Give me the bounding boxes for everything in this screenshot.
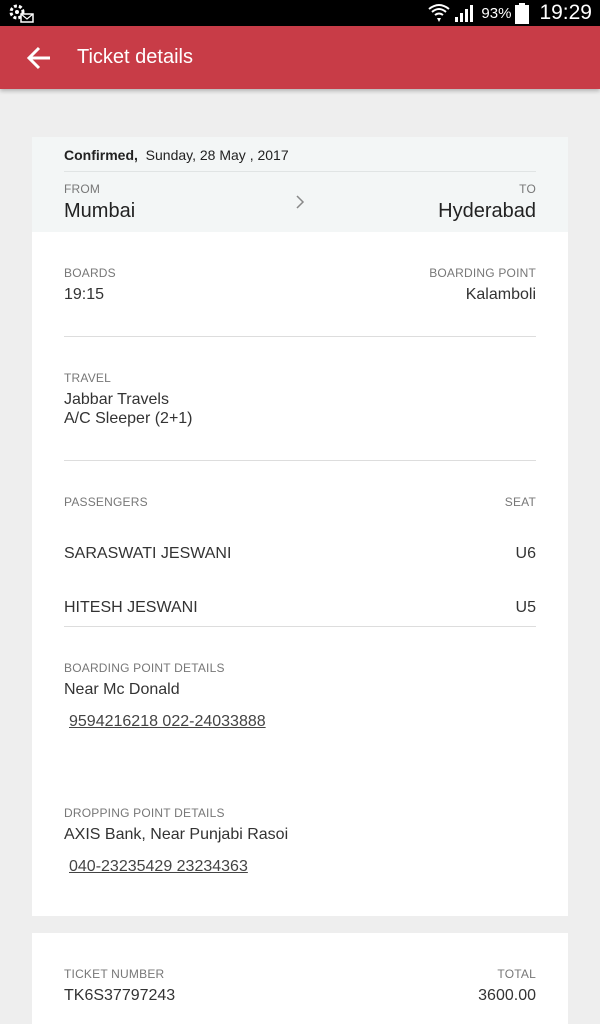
dropping-point-details-label: DROPPING POINT DETAILS [64, 806, 225, 820]
passengers-label: PASSENGERS [64, 495, 148, 509]
ticket-details-card: Confirmed, Sunday, 28 May , 2017 FROM Mu… [32, 137, 568, 916]
signal-icon [455, 5, 474, 22]
battery-percent: 93% [481, 4, 512, 22]
passenger-name: HITESH JESWANI [64, 599, 198, 616]
from-label: FROM [64, 182, 101, 196]
divider [64, 460, 536, 461]
bus-type: A/C Sleeper (2+1) [64, 410, 193, 427]
journey-date: Sunday, 28 May , 2017 [145, 147, 289, 163]
back-arrow-icon [26, 46, 50, 70]
booking-status: Confirmed, [64, 147, 138, 163]
to-label: TO [519, 182, 536, 196]
ticket-number: TK6S37797243 [64, 987, 176, 1004]
seat-label: SEAT [504, 495, 536, 509]
travel-label: TRAVEL [64, 371, 111, 385]
page-title: Ticket details [77, 46, 193, 68]
dropping-point-address: AXIS Bank, Near Punjabi Rasoi [64, 826, 289, 843]
total-amount: 3600.00 [478, 987, 536, 1004]
total-label: TOTAL [497, 967, 536, 981]
boarding-point-phone-link[interactable]: 9594216218 022-24033888 [69, 713, 266, 731]
divider [64, 171, 536, 172]
route-header: Confirmed, Sunday, 28 May , 2017 FROM Mu… [32, 137, 568, 232]
clock: 19:29 [539, 1, 592, 24]
divider [64, 626, 536, 627]
wifi-icon [428, 4, 451, 22]
ticket-summary-card: TICKET NUMBER TK6S37797243 TOTAL 3600.00 [32, 933, 568, 1024]
boarding-point-address: Near Mc Donald [64, 681, 180, 698]
passenger-seat: U6 [515, 545, 536, 562]
travel-operator: Jabbar Travels [64, 391, 169, 408]
passenger-seat: U5 [515, 599, 536, 616]
back-button[interactable] [22, 41, 56, 75]
boarding-point-details-label: BOARDING POINT DETAILS [64, 661, 225, 675]
dropping-point-phone-link[interactable]: 040-23235429 23234363 [69, 858, 248, 876]
to-city: Hyderabad [438, 200, 536, 222]
boarding-point-label: BOARDING POINT [429, 266, 536, 280]
battery-icon [515, 2, 530, 24]
boards-label: BOARDS [64, 266, 116, 280]
from-city: Mumbai [64, 200, 136, 222]
boards-time: 19:15 [64, 286, 105, 303]
ticket-number-label: TICKET NUMBER [64, 967, 165, 981]
boarding-point-value: Kalamboli [465, 286, 536, 303]
status-bar: 93% 19:29 [0, 0, 600, 26]
booking-status-line: Confirmed, Sunday, 28 May , 2017 [64, 147, 289, 163]
app-bar: Ticket details [0, 26, 600, 89]
passenger-name: SARASWATI JESWANI [64, 545, 232, 562]
chevron-right-icon [296, 195, 305, 209]
divider [64, 336, 536, 337]
settings-mail-icon [9, 4, 34, 23]
